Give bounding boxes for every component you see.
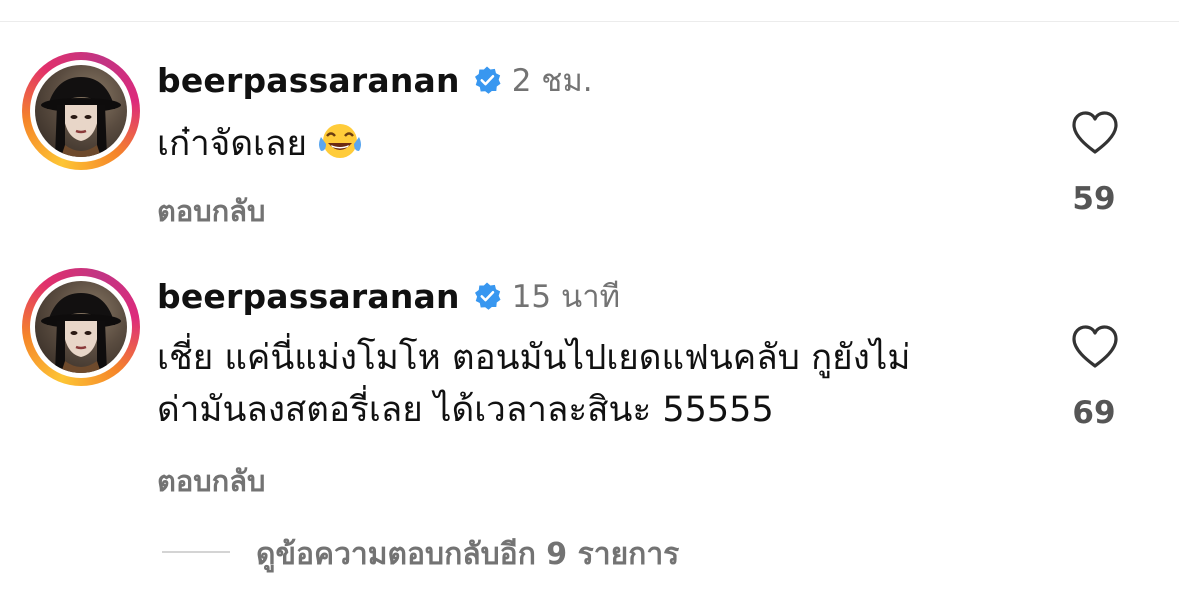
avatar bbox=[35, 281, 127, 373]
comment-timestamp: 2 ชม. bbox=[511, 63, 593, 99]
tears-of-joy-emoji-icon bbox=[318, 124, 361, 158]
comment-text: เชี่ย แค่นี่แม่งโมโห ตอนมันไปเยดแฟนคลับ … bbox=[157, 332, 1027, 436]
verified-badge-icon bbox=[474, 282, 501, 310]
view-replies-divider bbox=[162, 551, 230, 553]
comment-text: เก๋าจัดเลย bbox=[157, 118, 1027, 170]
comment-item: beerpassaranan 15 นาที เชี่ย แค่นี่แม่งโ… bbox=[0, 268, 1179, 500]
heart-icon[interactable] bbox=[1070, 324, 1120, 370]
avatar-story-ring[interactable] bbox=[22, 268, 140, 386]
comment-timestamp: 15 นาที bbox=[511, 279, 621, 315]
reply-button[interactable]: ตอบกลับ bbox=[157, 188, 265, 234]
avatar bbox=[35, 65, 127, 157]
username[interactable]: beerpassaranan bbox=[157, 277, 460, 316]
username[interactable]: beerpassaranan bbox=[157, 61, 460, 100]
reply-button[interactable]: ตอบกลับ bbox=[157, 458, 265, 504]
like-count: 59 bbox=[1072, 181, 1116, 217]
avatar-story-ring[interactable] bbox=[22, 52, 140, 170]
top-divider bbox=[0, 21, 1179, 22]
heart-icon[interactable] bbox=[1070, 110, 1120, 156]
like-count: 69 bbox=[1072, 395, 1116, 431]
view-more-replies-button[interactable]: ดูข้อความตอบกลับอีก 9 รายการ bbox=[256, 531, 679, 578]
comment-item: beerpassaranan 2 ชม. เก๋าจัดเลย ตอบกลับ … bbox=[0, 52, 1179, 232]
verified-badge-icon bbox=[474, 66, 501, 94]
comment-text-line: เชี่ย แค่นี่แม่งโมโห ตอนมันไปเยดแฟนคลับ … bbox=[157, 338, 911, 378]
comment-text-line: ด่ามันลงสตอรี่เลย ได้เวลาละสินะ 55555 bbox=[157, 390, 774, 430]
